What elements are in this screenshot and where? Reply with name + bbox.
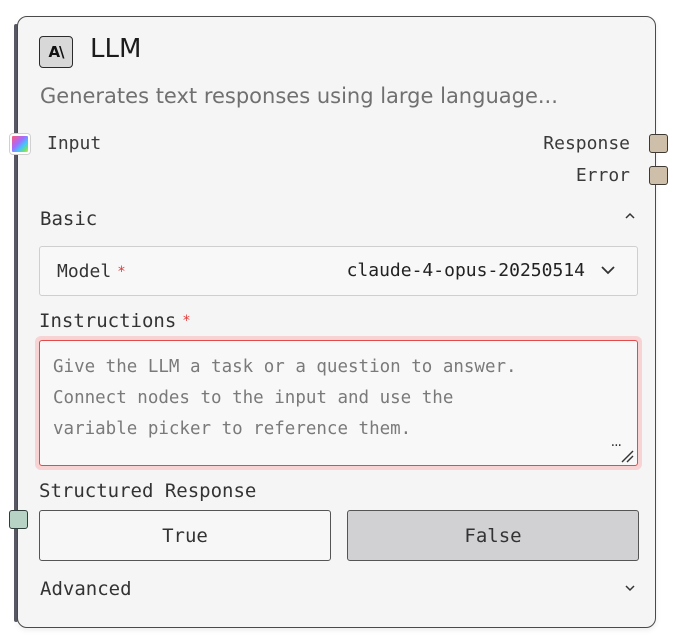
chevron-down-icon[interactable] bbox=[599, 261, 617, 279]
instructions-textarea[interactable]: Give the LLM a task or a question to ans… bbox=[39, 340, 638, 466]
instructions-focus-ring: Give the LLM a task or a question to ans… bbox=[35, 336, 642, 470]
response-port[interactable] bbox=[649, 134, 668, 153]
chevron-up-icon[interactable] bbox=[624, 209, 636, 225]
required-marker: * bbox=[182, 313, 191, 329]
instructions-label: Instructions * bbox=[39, 310, 191, 332]
structured-response-port[interactable] bbox=[9, 510, 28, 529]
structured-false-button[interactable]: False bbox=[347, 510, 639, 561]
advanced-section-title[interactable]: Advanced bbox=[40, 577, 132, 601]
input-port-label: Input bbox=[47, 133, 102, 154]
required-marker: * bbox=[117, 264, 126, 280]
error-port[interactable] bbox=[649, 166, 668, 185]
input-port[interactable] bbox=[10, 134, 30, 154]
resize-handle-icon[interactable] bbox=[620, 448, 634, 463]
node-title: LLM bbox=[90, 34, 142, 64]
basic-section-title[interactable]: Basic bbox=[40, 207, 97, 231]
structured-true-button[interactable]: True bbox=[39, 510, 331, 561]
chevron-down-icon[interactable] bbox=[624, 581, 636, 597]
ellipsis-icon[interactable]: ... bbox=[611, 435, 622, 449]
structured-response-label: Structured Response bbox=[39, 480, 257, 502]
response-port-label: Response bbox=[543, 133, 630, 154]
model-select[interactable]: Model * claude-4-opus-20250514 bbox=[39, 246, 638, 296]
model-value: claude-4-opus-20250514 bbox=[346, 260, 585, 281]
node-description: Generates text responses using large lan… bbox=[40, 84, 558, 108]
instructions-placeholder: Give the LLM a task or a question to ans… bbox=[53, 357, 517, 439]
model-label: Model * bbox=[57, 261, 126, 282]
error-port-label: Error bbox=[575, 165, 630, 186]
anthropic-logo-icon: A\ bbox=[39, 36, 73, 68]
